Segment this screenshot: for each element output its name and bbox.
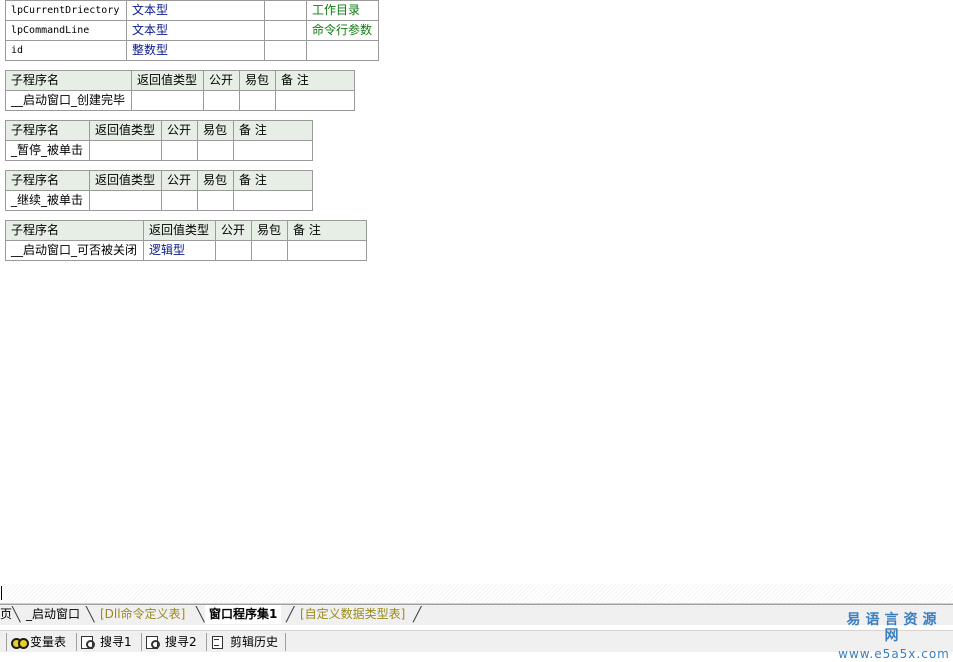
tab-separator: ╱: [413, 607, 422, 623]
sub-easy-pkg[interactable]: [197, 190, 234, 211]
clip-history-icon: [211, 636, 224, 649]
return-type-header: 返回值类型: [89, 170, 162, 191]
sub-header-row: 子程序名 返回值类型 公开 易包 备 注: [5, 120, 313, 141]
sub-name-header: 子程序名: [5, 120, 90, 141]
document-tab-bar: 页 ╲ _启动窗口 ╲ [Dll命令定义表] ╲ 窗口程序集1 ╱ [自定义数据…: [0, 604, 953, 626]
public-header: 公开: [215, 220, 252, 241]
return-type-header: 返回值类型: [89, 120, 162, 141]
sub-easy-pkg[interactable]: [251, 240, 288, 261]
param-row[interactable]: lpCurrentDriectory 文本型 工作目录: [5, 0, 379, 21]
search1-label: 搜寻1: [100, 635, 132, 649]
param-row[interactable]: id 整数型: [5, 40, 379, 61]
site-watermark: 易语言资源网 www.e5a5x.com: [838, 612, 950, 662]
public-header: 公开: [161, 170, 198, 191]
clip-history-button[interactable]: 剪辑历史: [206, 633, 278, 651]
sub-name-header: 子程序名: [5, 70, 132, 91]
sub-note[interactable]: [233, 140, 313, 161]
note-header: 备 注: [287, 220, 367, 241]
sub-note[interactable]: [275, 90, 355, 111]
sub-row[interactable]: __启动窗口_可否被关闭 逻辑型: [5, 240, 367, 261]
sub-name[interactable]: _继续_被单击: [5, 190, 90, 211]
params-table: lpCurrentDriectory 文本型 工作目录 lpCommandLin…: [5, 0, 379, 61]
editor-bottom-strip: [0, 584, 953, 604]
easy-pkg-header: 易包: [197, 170, 234, 191]
variable-table-icon: [11, 636, 29, 649]
text-caret: [1, 586, 2, 600]
param-note[interactable]: [306, 40, 379, 61]
param-type[interactable]: 文本型: [126, 20, 265, 41]
sub-easy-pkg[interactable]: [239, 90, 276, 111]
tab-separator: ╱: [286, 607, 295, 623]
clip-history-label: 剪辑历史: [230, 635, 279, 649]
sub-table: 子程序名 返回值类型 公开 易包 备 注 _继续_被单击: [5, 170, 313, 211]
return-type-header: 返回值类型: [131, 70, 204, 91]
param-ref[interactable]: [264, 0, 307, 21]
param-note[interactable]: 命令行参数: [306, 20, 379, 41]
sub-public[interactable]: [215, 240, 252, 261]
bottom-toolbar: 变量表 搜寻1 搜寻2 剪辑历史: [0, 630, 953, 652]
note-header: 备 注: [233, 120, 313, 141]
sub-return-type[interactable]: [89, 140, 162, 161]
search2-label: 搜寻2: [165, 635, 197, 649]
param-row[interactable]: lpCommandLine 文本型 命令行参数: [5, 20, 379, 41]
easy-pkg-header: 易包: [239, 70, 276, 91]
tab-separator: ╲: [196, 607, 205, 623]
tab-window-program-set[interactable]: 窗口程序集1: [205, 605, 282, 624]
param-type[interactable]: 文本型: [126, 0, 265, 21]
param-type[interactable]: 整数型: [126, 40, 265, 61]
param-name[interactable]: lpCurrentDriectory: [5, 0, 127, 21]
param-ref[interactable]: [264, 40, 307, 61]
easy-pkg-header: 易包: [197, 120, 234, 141]
param-name[interactable]: id: [5, 40, 127, 61]
search1-button[interactable]: 搜寻1: [76, 633, 132, 651]
variable-table-button[interactable]: 变量表: [6, 633, 66, 651]
sub-return-type[interactable]: 逻辑型: [143, 240, 216, 261]
note-header: 备 注: [275, 70, 355, 91]
sub-row[interactable]: __启动窗口_创建完毕: [5, 90, 355, 111]
public-header: 公开: [161, 120, 198, 141]
tab-separator: ╲: [12, 607, 21, 623]
sub-public[interactable]: [161, 190, 198, 211]
tab-dll-commands[interactable]: [Dll命令定义表]: [96, 605, 189, 624]
tab-separator: ╲: [86, 607, 95, 623]
sub-public[interactable]: [161, 140, 198, 161]
sub-name[interactable]: __启动窗口_创建完毕: [5, 90, 132, 111]
return-type-header: 返回值类型: [143, 220, 216, 241]
watermark-url: www.e5a5x.com: [838, 647, 950, 661]
param-note[interactable]: 工作目录: [306, 0, 379, 21]
search2-button[interactable]: 搜寻2: [141, 633, 197, 651]
sub-note[interactable]: [287, 240, 367, 261]
sub-header-row: 子程序名 返回值类型 公开 易包 备 注: [5, 70, 355, 91]
sub-name[interactable]: _暂停_被单击: [5, 140, 90, 161]
sub-row[interactable]: _继续_被单击: [5, 190, 313, 211]
sub-return-type[interactable]: [89, 190, 162, 211]
sub-header-row: 子程序名 返回值类型 公开 易包 备 注: [5, 170, 313, 191]
search-icon: [146, 636, 160, 649]
easy-pkg-header: 易包: [251, 220, 288, 241]
search-icon: [81, 636, 95, 649]
sub-table: 子程序名 返回值类型 公开 易包 备 注 _暂停_被单击: [5, 120, 313, 161]
sub-row[interactable]: _暂停_被单击: [5, 140, 313, 161]
sub-header-row: 子程序名 返回值类型 公开 易包 备 注: [5, 220, 367, 241]
sub-name[interactable]: __启动窗口_可否被关闭: [5, 240, 144, 261]
sub-easy-pkg[interactable]: [197, 140, 234, 161]
sub-name-header: 子程序名: [5, 220, 144, 241]
param-ref[interactable]: [264, 20, 307, 41]
param-name[interactable]: lpCommandLine: [5, 20, 127, 41]
sub-note[interactable]: [233, 190, 313, 211]
note-header: 备 注: [233, 170, 313, 191]
watermark-title: 易语言资源网: [846, 612, 942, 644]
tab-startup-window[interactable]: _启动窗口: [22, 605, 84, 624]
toolbar-divider: [285, 633, 286, 651]
tab-custom-data-types[interactable]: [自定义数据类型表]: [296, 605, 409, 624]
variable-table-label: 变量表: [30, 635, 67, 649]
sub-return-type[interactable]: [131, 90, 204, 111]
sub-public[interactable]: [203, 90, 240, 111]
sub-name-header: 子程序名: [5, 170, 90, 191]
public-header: 公开: [203, 70, 240, 91]
sub-table: 子程序名 返回值类型 公开 易包 备 注 __启动窗口_创建完毕: [5, 70, 355, 111]
sub-table: 子程序名 返回值类型 公开 易包 备 注 __启动窗口_可否被关闭 逻辑型: [5, 220, 367, 261]
